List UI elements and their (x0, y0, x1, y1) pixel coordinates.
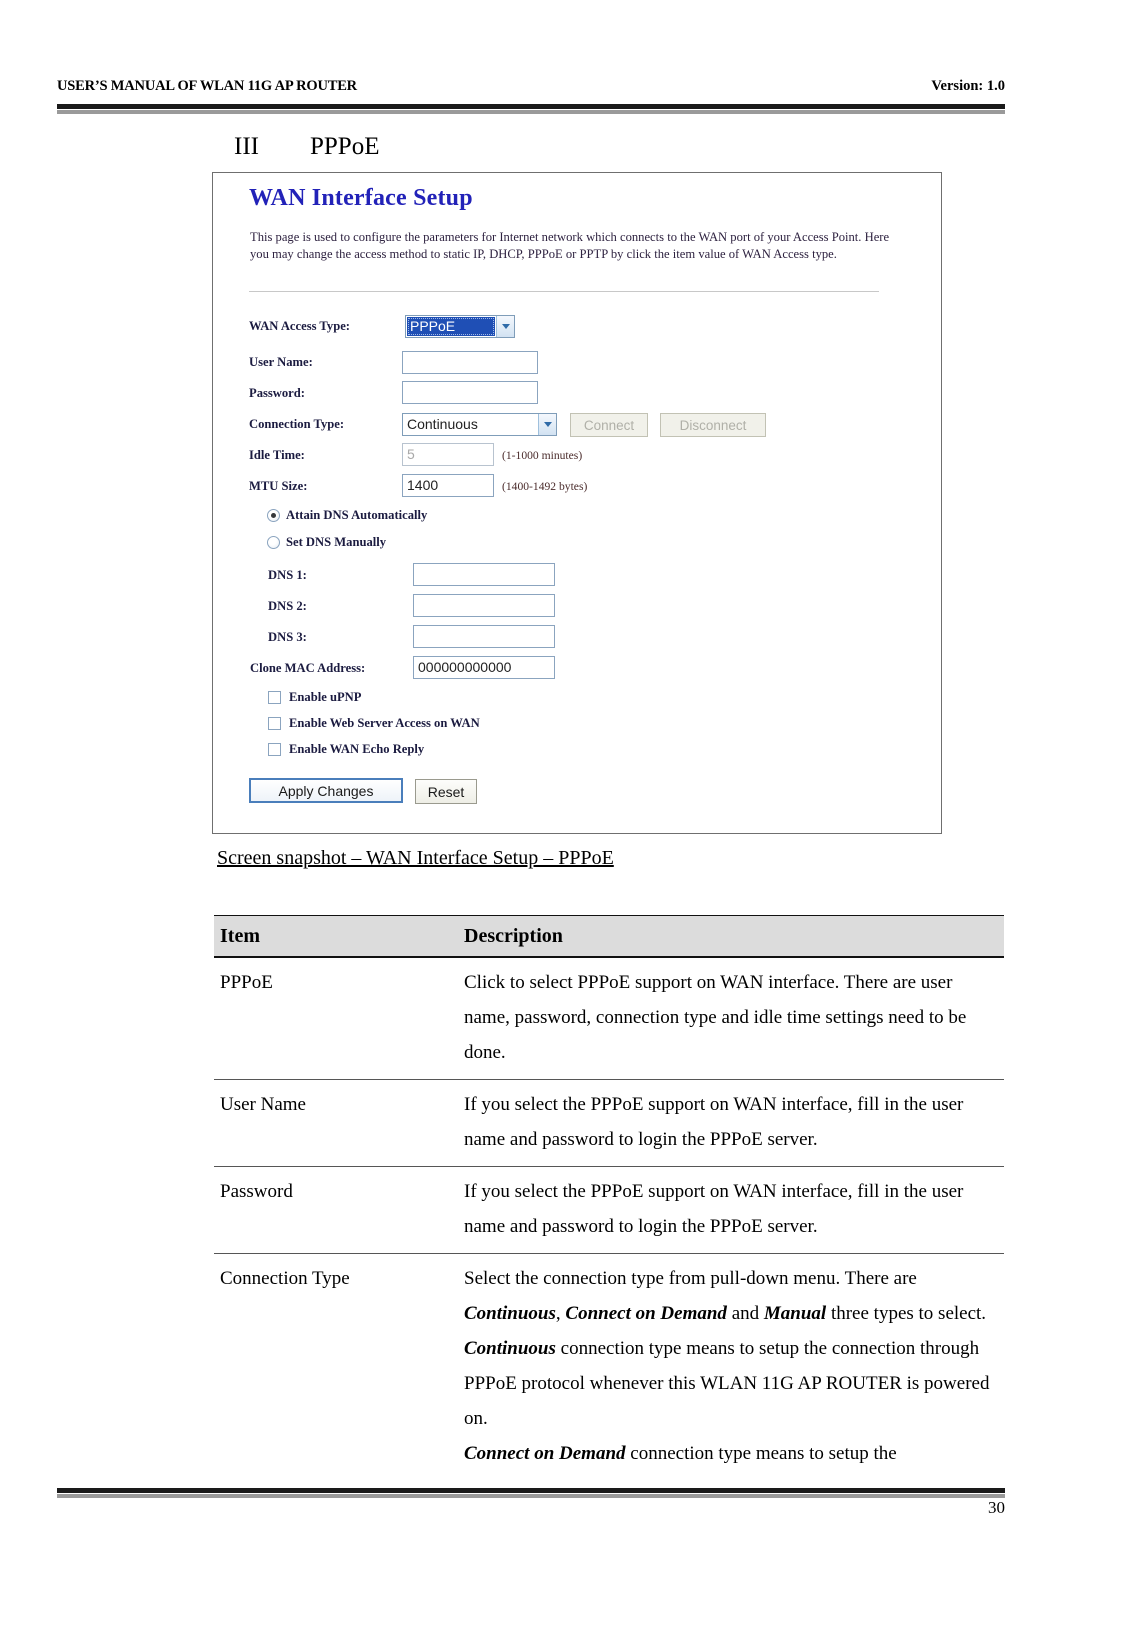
mtu-size-label: MTU Size: (249, 479, 308, 493)
dns2-label: DNS 2: (268, 599, 307, 613)
set-dns-manually-radio[interactable]: Set DNS Manually (267, 535, 386, 550)
row-attain-dns: Attain DNS Automatically (213, 502, 941, 529)
password-input[interactable] (402, 381, 538, 404)
checkbox-unchecked-icon (268, 691, 281, 704)
enable-wan-echo-checkbox[interactable]: Enable WAN Echo Reply (268, 742, 424, 757)
wan-access-type-value: PPPoE (407, 317, 495, 336)
checkbox-unchecked-icon (268, 717, 281, 730)
row-item-description: If you select the PPPoE support on WAN i… (460, 1166, 1004, 1254)
checkbox-unchecked-icon (268, 743, 281, 756)
mtu-size-hint: (1400-1492 bytes) (502, 480, 588, 493)
enable-web-server-label: Enable Web Server Access on WAN (289, 716, 480, 730)
idle-time-hint: (1-1000 minutes) (502, 449, 583, 462)
table-row: Password If you select the PPPoE support… (214, 1166, 1004, 1254)
radio-unselected-icon (267, 536, 280, 549)
wan-setup-page-title: WAN Interface Setup (249, 185, 473, 211)
row-wan-access-type: WAN Access Type: PPPoE (213, 307, 941, 347)
table-row: Connection Type Select the connection ty… (214, 1254, 1004, 1481)
user-name-label: User Name: (249, 355, 313, 369)
row-item-label: PPPoE (214, 957, 460, 1080)
dns1-label: DNS 1: (268, 568, 307, 582)
row-password: Password: (213, 378, 941, 409)
row-item-description: Click to select PPPoE support on WAN int… (460, 957, 1004, 1080)
row-enable-wan-echo: Enable WAN Echo Reply (213, 738, 941, 764)
idle-time-input[interactable]: 5 (402, 443, 494, 466)
disconnect-button[interactable]: Disconnect (660, 413, 766, 437)
wan-setup-form: WAN Access Type: PPPoE User Name: Passwo… (213, 307, 941, 804)
table-header-row: Item Description (214, 915, 1004, 958)
footer-rule-thin (57, 1494, 1005, 1498)
mtu-size-input[interactable]: 1400 (402, 474, 494, 497)
connection-type-value: Continuous (407, 416, 478, 432)
enable-upnp-checkbox[interactable]: Enable uPNP (268, 690, 361, 705)
reset-button[interactable]: Reset (415, 779, 477, 804)
dns1-input[interactable] (413, 563, 555, 586)
table-body: PPPoE Click to select PPPoE support on W… (214, 957, 1004, 1480)
row-clone-mac: Clone MAC Address: 000000000000 (213, 653, 941, 685)
apply-changes-button[interactable]: Apply Changes (249, 778, 403, 803)
footer-rule-thick (57, 1488, 1005, 1493)
header-manual-title: USER’S MANUAL OF WLAN 11G AP ROUTER (57, 78, 357, 94)
row-mtu-size: MTU Size: 1400 (1400-1492 bytes) (213, 471, 941, 502)
connection-type-label: Connection Type: (249, 417, 345, 431)
wan-access-type-select[interactable]: PPPoE (405, 315, 515, 338)
dns3-label: DNS 3: (268, 630, 307, 644)
row-enable-upnp: Enable uPNP (213, 685, 941, 712)
row-dns2: DNS 2: (213, 591, 941, 622)
row-form-actions: Apply Changes Reset (213, 764, 941, 804)
enable-web-server-checkbox[interactable]: Enable Web Server Access on WAN (268, 716, 480, 731)
connect-button[interactable]: Connect (570, 413, 648, 437)
row-connection-type: Connection Type: Continuous Connect Disc… (213, 409, 941, 440)
page-number: 30 (988, 1498, 1005, 1517)
row-set-dns: Set DNS Manually (213, 529, 941, 560)
chevron-down-icon[interactable] (538, 414, 556, 435)
enable-wan-echo-label: Enable WAN Echo Reply (289, 742, 425, 756)
header-version: Version: 1.0 (931, 78, 1005, 94)
dns2-input[interactable] (413, 594, 555, 617)
password-label: Password: (249, 386, 305, 400)
row-item-description: Select the connection type from pull-dow… (464, 1268, 990, 1464)
connection-type-select[interactable]: Continuous (402, 413, 557, 436)
row-dns1: DNS 1: (213, 560, 941, 591)
user-name-input[interactable] (402, 351, 538, 374)
row-dns3: DNS 3: (213, 622, 941, 653)
set-dns-label: Set DNS Manually (286, 535, 387, 549)
clone-mac-input[interactable]: 000000000000 (413, 656, 555, 679)
wan-setup-description: This page is used to configure the param… (250, 230, 890, 261)
section-heading: III PPPoE (234, 133, 379, 161)
screenshot-caption: Screen snapshot – WAN Interface Setup – … (217, 847, 614, 869)
attain-dns-label: Attain DNS Automatically (286, 508, 428, 522)
clone-mac-label: Clone MAC Address: (250, 661, 366, 675)
row-item-label: Connection Type (220, 1268, 350, 1289)
row-enable-web-server: Enable Web Server Access on WAN (213, 712, 941, 738)
row-user-name: User Name: (213, 347, 941, 378)
column-header-item: Item (214, 915, 460, 958)
row-item-label: User Name (214, 1079, 460, 1167)
column-header-description: Description (460, 915, 1004, 958)
chevron-down-icon[interactable] (496, 316, 514, 337)
idle-time-label: Idle Time: (249, 448, 305, 462)
item-description-table: Item Description PPPoE Click to select P… (214, 915, 1004, 1480)
divider (249, 291, 879, 292)
radio-selected-icon (267, 509, 280, 522)
section-title-text: PPPoE (310, 133, 380, 160)
page-header: USER’S MANUAL OF WLAN 11G AP ROUTER Vers… (57, 78, 1005, 95)
header-rule-thin (57, 110, 1005, 114)
row-idle-time: Idle Time: 5 (1-1000 minutes) (213, 440, 941, 471)
row-item-description: If you select the PPPoE support on WAN i… (460, 1079, 1004, 1167)
table-row: User Name If you select the PPPoE suppor… (214, 1079, 1004, 1167)
dns3-input[interactable] (413, 625, 555, 648)
enable-upnp-label: Enable uPNP (289, 690, 362, 704)
wan-access-type-label: WAN Access Type: (249, 319, 350, 333)
header-rule-thick (57, 104, 1005, 109)
screenshot-wan-interface-setup: WAN Interface Setup This page is used to… (212, 172, 942, 834)
table-row: PPPoE Click to select PPPoE support on W… (214, 957, 1004, 1080)
attain-dns-automatically-radio[interactable]: Attain DNS Automatically (267, 508, 427, 523)
row-item-label: Password (214, 1166, 460, 1254)
section-numeral: III (234, 133, 259, 160)
